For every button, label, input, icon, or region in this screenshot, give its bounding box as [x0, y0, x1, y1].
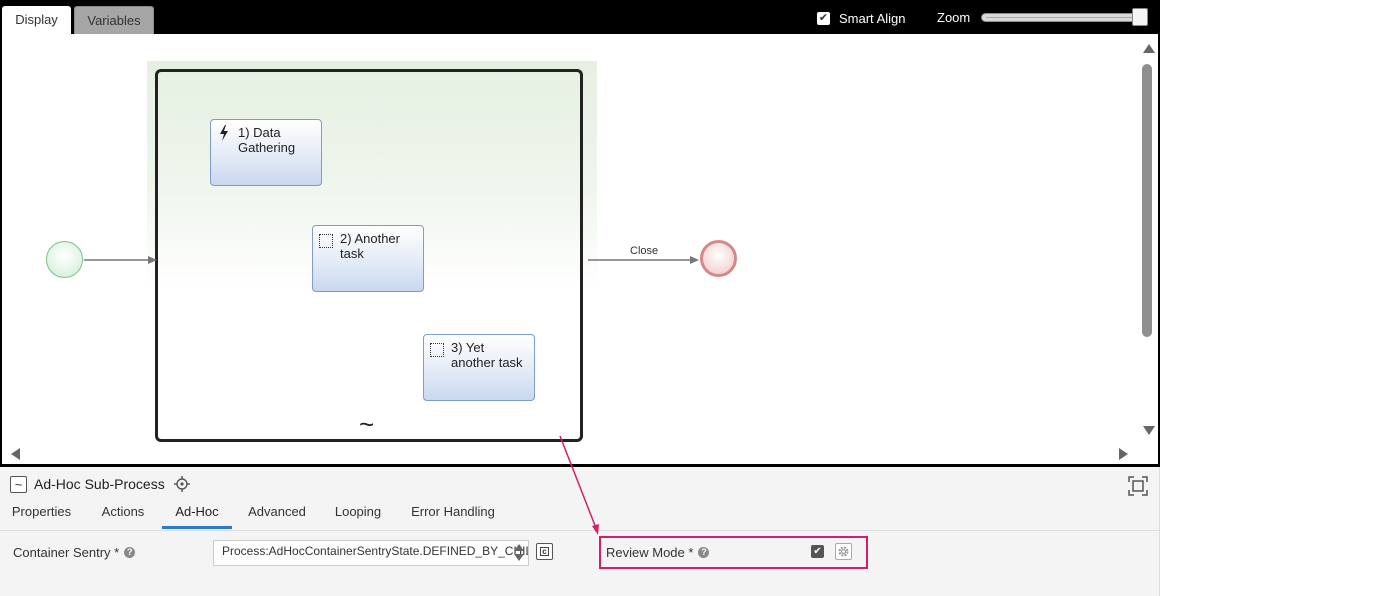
panel-header: ~ Ad-Hoc Sub-Process [10, 474, 190, 494]
zoom-label: Zoom [937, 10, 971, 25]
smart-align-checkbox[interactable]: ✔ [817, 11, 830, 25]
adhoc-subprocess-type-icon: ~ [10, 475, 27, 493]
tab-error-handling[interactable]: Error Handling [408, 499, 498, 529]
properties-panel: ~ Ad-Hoc Sub-Process Properties Actions … [0, 467, 1160, 596]
script-editor-button[interactable]: c [536, 543, 553, 560]
panel-title: Ad-Hoc Sub-Process [34, 476, 165, 492]
smart-align-label: Smart Align [839, 10, 906, 26]
review-mode-highlight [599, 536, 868, 569]
smart-align-toggle[interactable]: ✔ Smart Align [817, 9, 905, 27]
flow-label-close: Close [630, 245, 659, 257]
locate-target-icon[interactable] [173, 476, 190, 492]
tab-properties[interactable]: Properties [10, 499, 73, 529]
scroll-up-arrow[interactable] [1143, 44, 1155, 53]
scroll-left-arrow[interactable] [11, 448, 20, 460]
scroll-right-arrow[interactable] [1119, 448, 1128, 460]
property-tabs: Properties Actions Ad-Hoc Advanced Loopi… [0, 499, 1160, 531]
flow-start-to-subprocess[interactable] [84, 256, 157, 264]
tab-display[interactable]: Display [2, 6, 71, 34]
tab-adhoc[interactable]: Ad-Hoc [162, 499, 232, 529]
vertical-scrollbar-thumb[interactable] [1142, 64, 1152, 337]
maximize-icon[interactable] [1128, 476, 1148, 496]
container-sentry-spinner[interactable] [514, 544, 524, 561]
spinner-down-icon[interactable] [514, 554, 524, 561]
diagram-canvas[interactable]: ~ 1) Data Gathering 2) Another task 3) Y… [2, 34, 1158, 464]
script-icon: c [540, 547, 549, 556]
spinner-up-icon[interactable] [514, 544, 524, 551]
help-icon[interactable]: ? [124, 547, 136, 558]
sequence-flows [84, 256, 699, 264]
container-sentry-label: Container Sentry * [13, 545, 120, 560]
editor-toolbar: Display Variables ✔ Smart Align Zoom [0, 0, 1160, 34]
flow-subprocess-to-end[interactable] [588, 256, 699, 264]
tab-actions[interactable]: Actions [97, 499, 149, 529]
process-editor: Display Variables ✔ Smart Align Zoom ~ 1… [0, 0, 1160, 467]
tab-looping[interactable]: Looping [330, 499, 386, 529]
container-sentry-value: Process:AdHocContainerSentryState.DEFINE… [222, 544, 528, 558]
tab-variables[interactable]: Variables [74, 6, 154, 34]
container-sentry-field: Container Sentry * ? [13, 545, 136, 560]
zoom-slider[interactable] [981, 13, 1147, 22]
scroll-down-arrow[interactable] [1143, 426, 1155, 435]
zoom-slider-handle[interactable] [1132, 8, 1148, 26]
tab-advanced[interactable]: Advanced [245, 499, 309, 529]
container-sentry-input[interactable]: Process:AdHocContainerSentryState.DEFINE… [213, 540, 529, 566]
